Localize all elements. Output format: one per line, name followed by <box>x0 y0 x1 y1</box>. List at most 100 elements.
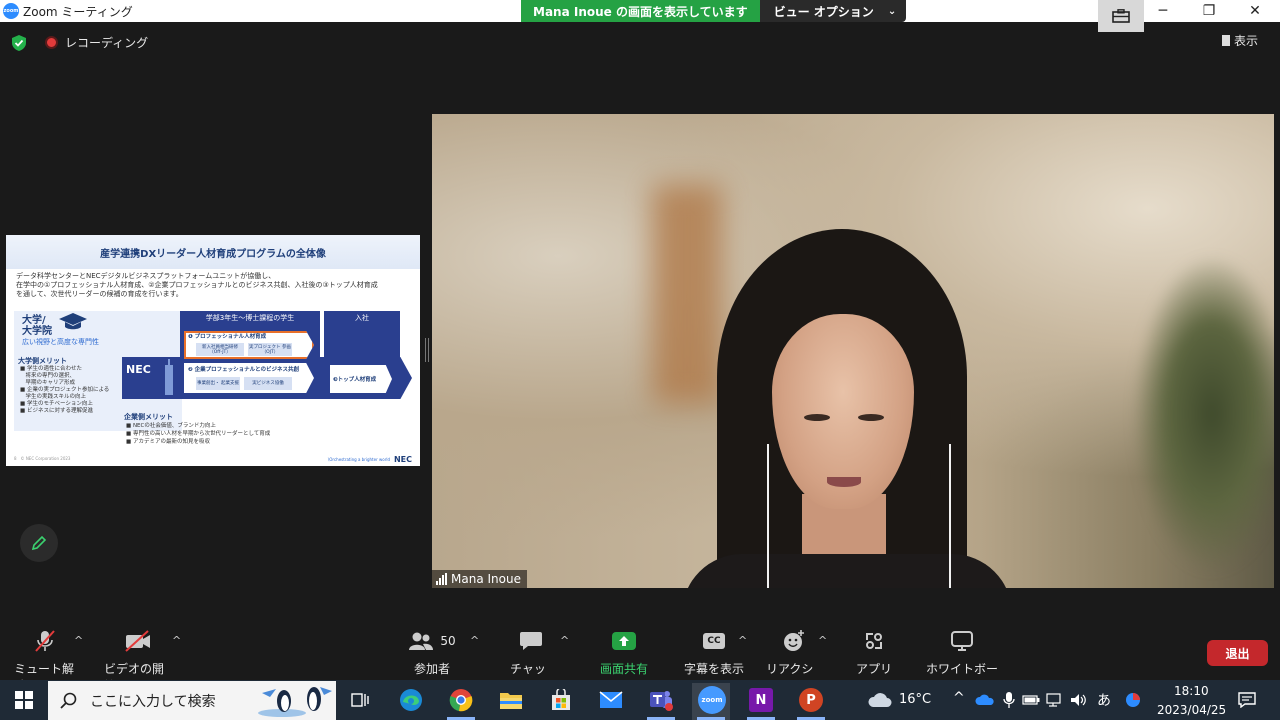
participant-video[interactable] <box>432 114 1274 588</box>
startup-chip: 事業創出・ 起業支援 <box>196 377 240 390</box>
close-button[interactable]: ✕ <box>1232 0 1278 22</box>
share-screen-button[interactable]: 画面共有 <box>596 626 652 677</box>
view-options-button[interactable]: ビュー オプション ⌄ <box>759 0 907 22</box>
pencil-icon <box>31 535 47 551</box>
whiteboard-icon <box>951 631 973 651</box>
smiley-icon <box>784 630 804 651</box>
video-camera-muted-icon <box>125 630 150 652</box>
edge-browser-icon[interactable] <box>397 686 425 714</box>
zoom-logo-icon: zoom <box>3 3 19 19</box>
tray-overflow-chevron-icon[interactable]: ^ <box>953 690 965 706</box>
minimize-button[interactable]: ─ <box>1140 0 1186 22</box>
apps-label: アプリ <box>856 662 893 676</box>
university-label: 大学/ 大学院 <box>22 315 52 337</box>
nec-label: NEC <box>126 363 151 376</box>
meeting-toolbar: ミュート解除 ^ ビデオの開始 ^ 50 参加者 ^ チャット ^ 画面共有 C… <box>0 626 1280 693</box>
students-column-header: 学部3年生～博士課程の学生 <box>180 311 320 325</box>
company-merit-list: ■ NECの社会価値、ブランド力向上 ■ 専門性の高い人材を早期から次世代リーダ… <box>126 423 271 445</box>
recording-label[interactable]: レコーディング <box>65 34 148 51</box>
microphone-tray-icon[interactable] <box>998 686 1020 714</box>
recording-indicator-icon[interactable] <box>45 36 58 49</box>
participants-icon <box>409 632 434 650</box>
onenote-icon[interactable]: N <box>747 686 775 714</box>
microphone-muted-icon <box>35 630 55 652</box>
captions-button[interactable]: CC 字幕を表示 <box>684 626 744 677</box>
window-title: Zoom ミーティング <box>23 4 133 19</box>
chat-options-caret[interactable]: ^ <box>560 634 569 647</box>
chevron-down-icon: ⌄ <box>887 5 897 17</box>
onedrive-icon[interactable] <box>974 686 996 714</box>
search-icon <box>60 692 77 709</box>
participant-name: Mana Inoue <box>451 572 521 586</box>
view-options-label: ビュー オプション <box>773 4 874 19</box>
weather-icon[interactable] <box>866 686 894 714</box>
university-subtitle: 広い視野と高度な専門性 <box>22 338 99 346</box>
offjt-chip: 新入社員相当研修 （Off-JT） <box>196 343 244 356</box>
leave-meeting-button[interactable]: 退出 <box>1207 640 1268 666</box>
search-placeholder: ここに入力して検索 <box>90 693 216 710</box>
mail-icon[interactable] <box>597 686 625 714</box>
professional-training-title: ❶ プロフェッショナル人材育成 <box>188 334 267 340</box>
windows-start-icon[interactable] <box>10 686 38 714</box>
task-view-icon[interactable] <box>346 686 374 714</box>
participants-options-caret[interactable]: ^ <box>470 634 479 647</box>
teams-icon[interactable] <box>647 686 675 714</box>
network-icon[interactable] <box>1044 686 1066 714</box>
participant-eye-right <box>858 414 884 421</box>
apps-icon <box>866 633 882 649</box>
notification-center-icon[interactable] <box>1233 686 1261 714</box>
earphone-cable-left <box>767 444 769 588</box>
onenote-label: N <box>749 688 773 712</box>
encryption-shield-icon[interactable] <box>11 34 27 52</box>
captions-options-caret[interactable]: ^ <box>738 634 747 647</box>
video-options-caret[interactable]: ^ <box>172 634 181 647</box>
powerpoint-icon[interactable]: P <box>797 686 825 714</box>
briefcase-icon[interactable] <box>1098 0 1144 32</box>
university-merit-title: 大学側メリット <box>18 357 67 365</box>
split-view-handle[interactable] <box>425 338 429 362</box>
weather-temperature[interactable]: 16°C <box>899 692 931 707</box>
join-column-header: 入社 <box>324 311 400 325</box>
captions-label: 字幕を表示 <box>684 662 745 676</box>
view-layout-icon <box>1222 35 1230 46</box>
reactions-options-caret[interactable]: ^ <box>818 634 827 647</box>
clock-time[interactable]: 18:10 <box>1174 684 1209 698</box>
taskbar-search-box[interactable]: ここに入力して検索 <box>48 681 336 720</box>
participant-mouth <box>827 477 861 487</box>
annotate-button[interactable] <box>20 524 58 562</box>
participant-name-tag: Mana Inoue <box>432 570 527 588</box>
background-plant <box>1132 254 1274 574</box>
restore-button[interactable]: ❐ <box>1186 0 1232 22</box>
slide-title: 産学連携DXリーダー人材育成プログラムの全体像 <box>6 235 420 269</box>
business-cocreation-title: ❷ 企業プロフェッショナルとのビジネス共創 <box>188 367 300 373</box>
slide-tagline: \Orchestrating a brighter world <box>327 457 390 462</box>
file-explorer-icon[interactable] <box>497 686 525 714</box>
screen-share-banner: Mana Inoue の画面を表示しています ビュー オプション ⌄ <box>521 0 907 22</box>
view-button[interactable]: 表示 <box>1222 32 1258 49</box>
ime-indicator[interactable]: あ <box>1097 690 1111 710</box>
slide-intro: データ科学センターとNECデジタルビジネスプラットフォームユニットが協働し、 在… <box>16 272 378 298</box>
chat-icon <box>520 632 542 650</box>
nec-logo: NEC <box>393 455 412 464</box>
chrome-browser-icon[interactable] <box>447 686 475 714</box>
battery-icon[interactable] <box>1020 686 1042 714</box>
microsoft-store-icon[interactable] <box>547 686 575 714</box>
ime-toolbar-icon[interactable] <box>1120 686 1146 714</box>
speaker-icon[interactable] <box>1068 686 1090 714</box>
participants-button[interactable]: 50 参加者 <box>402 626 462 677</box>
clock-date[interactable]: 2023/04/25 <box>1157 703 1226 717</box>
participant-body <box>682 554 1012 588</box>
apps-button[interactable]: アプリ <box>856 626 892 677</box>
ojt-chip: 実プロジェクト 参画（OJT） <box>248 343 292 356</box>
earphone-cable-right <box>949 444 951 588</box>
share-screen-label: 画面共有 <box>599 662 648 676</box>
university-merit-list: ■ 学生の適性に合わせた 将来の専門の選択、 早期のキャリア形成 ■ 企業の実プ… <box>20 366 110 414</box>
share-screen-icon <box>612 632 636 650</box>
top-talent-box: ❸トップ人材育成 <box>330 365 392 393</box>
participant-eye-left <box>804 414 830 421</box>
closed-captions-icon: CC <box>703 633 725 649</box>
audio-options-caret[interactable]: ^ <box>74 634 83 647</box>
building-icon <box>165 359 173 395</box>
penguins-search-highlight-icon <box>258 686 332 717</box>
shared-screen-slide: 産学連携DXリーダー人材育成プログラムの全体像 データ科学センターとNECデジタ… <box>6 235 420 466</box>
